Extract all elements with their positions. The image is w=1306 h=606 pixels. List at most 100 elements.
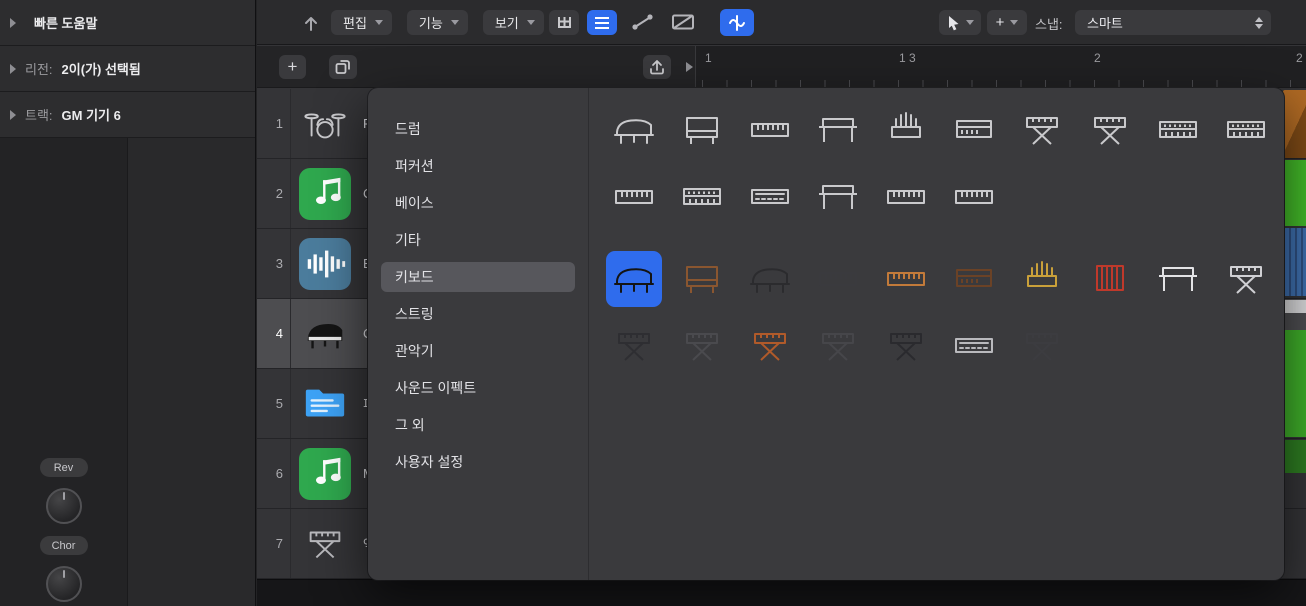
track-icon-button[interactable] [291,229,359,298]
white-organ-icon[interactable] [1144,245,1212,312]
region-strip[interactable] [1283,330,1306,437]
analog-synth-icon[interactable] [804,312,872,379]
keyboard-stand-outline-icon[interactable] [1076,96,1144,163]
upright-piano-outline-icon[interactable] [668,96,736,163]
track-icon [302,244,348,284]
folding-stand-keyboard-icon[interactable] [1212,245,1280,312]
menu-label: 보기 [494,16,519,31]
sidebar-divider [127,138,128,606]
pipe-organ-icon[interactable] [1008,245,1076,312]
pointer-tool-button[interactable] [939,10,981,35]
region-strip[interactable] [1283,440,1306,473]
icon-category-item[interactable]: 사운드 이펙트 [381,373,575,403]
track-lanes-button[interactable] [587,10,617,35]
tracks-toolbar: 편집 기능 보기 + 스냅: 스마트 [257,0,1306,45]
track-icon [302,314,348,354]
lanes-icon [595,16,609,29]
upright-piano-icon[interactable] [668,245,736,312]
send-knob[interactable] [45,566,82,602]
track-header-bar: + 1 1 3 2 2 [257,46,1306,88]
electric-piano-outline-icon[interactable] [736,96,804,163]
ruler-ticks [702,80,1306,87]
marquee-button[interactable] [670,12,696,32]
up-arrow-icon [305,16,317,31]
vintage-synth-icon[interactable] [736,312,804,379]
icon-category-item[interactable]: 베이스 [381,188,575,218]
knob-indicator-icon [62,570,65,578]
drum-machine-keys-outline-icon[interactable] [736,163,804,230]
icon-category-item[interactable]: 기타 [381,225,575,255]
track-icon-button[interactable] [291,89,359,158]
modular-synth-outline-icon[interactable] [1212,96,1280,163]
go-up-level-button[interactable] [643,55,671,79]
tonewheel-organ-icon[interactable] [940,245,1008,312]
chevron-down-icon [526,20,535,25]
region-strip[interactable] [1283,228,1306,296]
sidebar-disclosure-row[interactable]: 빠른 도움말 [0,0,255,46]
secondary-tool-button[interactable]: + [987,10,1027,35]
synthesizer-outline-icon[interactable] [1144,96,1212,163]
stage-piano-icon[interactable] [804,245,872,312]
computer-desk-outline-icon[interactable] [804,163,872,230]
menu-button[interactable]: 편집 [331,10,392,35]
track-icon-button[interactable] [291,159,359,228]
electric-piano-icon[interactable] [872,245,940,312]
logic-pro-window: 빠른 도움말 리전: 2이(가) 선택됨 트랙: GM 기기 6 Rev Cho… [0,0,1306,606]
up-arrow-button[interactable] [297,10,325,35]
sidebar-disclosure-row[interactable]: 리전: 2이(가) 선택됨 [0,46,255,92]
automation-button[interactable] [630,12,656,32]
workstation-outline-icon[interactable] [668,163,736,230]
grid-view-button[interactable] [549,10,579,35]
track-icon-picker-popover: 드럼퍼커션베이스기타키보드스트링관악기사운드 이펙트그 외사용자 설정 [368,88,1284,580]
flex-button[interactable] [720,9,754,36]
track-number: 6 [257,439,291,508]
chevron-down-icon [1010,20,1019,25]
send-knob[interactable] [45,488,82,524]
snap-select[interactable]: 스마트 [1075,10,1271,35]
disclosure-triangle-icon [10,109,16,120]
organ-outline-icon[interactable] [940,96,1008,163]
track-icon-button[interactable] [291,509,359,578]
keyboard-on-x-stand-icon[interactable] [600,312,668,379]
sidebar-disclosure-row[interactable]: 트랙: GM 기기 6 [0,92,255,138]
track-icon-button[interactable] [291,369,359,438]
region-strip[interactable] [1283,90,1306,158]
stage-piano-outline-icon[interactable] [804,96,872,163]
icon-category-item[interactable]: 스트링 [381,299,575,329]
keys-outline-icon[interactable] [600,163,668,230]
playhead-marker-icon[interactable] [686,62,693,72]
duplicate-track-button[interactable] [329,55,357,79]
stage-keyboard-icon[interactable] [872,312,940,379]
synth-x-stand-icon[interactable] [1008,312,1076,379]
icon-category-item[interactable]: 그 외 [381,410,575,440]
chevron-down-icon [450,20,459,25]
horizontal-scrollbar-area[interactable] [257,579,1306,606]
send-button[interactable]: Chor [39,536,88,555]
region-strip[interactable] [1283,160,1306,226]
icon-category-item[interactable]: 관악기 [381,336,575,366]
icon-category-item[interactable]: 드럼 [381,114,575,144]
workstation-keyboard-icon[interactable] [668,312,736,379]
track-icon-button[interactable] [291,299,359,368]
drum-machine-icon[interactable] [940,312,1008,379]
icon-category-item[interactable]: 퍼커션 [381,151,575,181]
track-number: 5 [257,369,291,438]
pipe-organ-outline-icon[interactable] [872,96,940,163]
icon-category-item[interactable]: 사용자 설정 [381,447,575,477]
bar-ruler[interactable]: 1 1 3 2 2 [695,46,1306,87]
piano-keys-outline-icon[interactable] [872,163,940,230]
menu-button[interactable]: 기능 [406,10,468,35]
menu-button[interactable]: 보기 [482,10,544,35]
small-keys-outline-icon[interactable] [940,163,1008,230]
track-icon-button[interactable] [291,439,359,508]
send-button[interactable]: Rev [39,458,88,477]
electric-grand-icon[interactable] [736,245,804,312]
grand-piano-outline-icon[interactable] [600,96,668,163]
accordion-icon[interactable] [1076,245,1144,312]
region-strip[interactable] [1283,300,1306,313]
icon-category-item[interactable]: 키보드 [381,262,575,292]
keyboard-x-stand-outline-icon[interactable] [1008,96,1076,163]
section-title: 빠른 도움말 [34,16,98,31]
grand-piano-icon[interactable] [600,245,668,312]
add-track-button[interactable]: + [279,55,306,79]
